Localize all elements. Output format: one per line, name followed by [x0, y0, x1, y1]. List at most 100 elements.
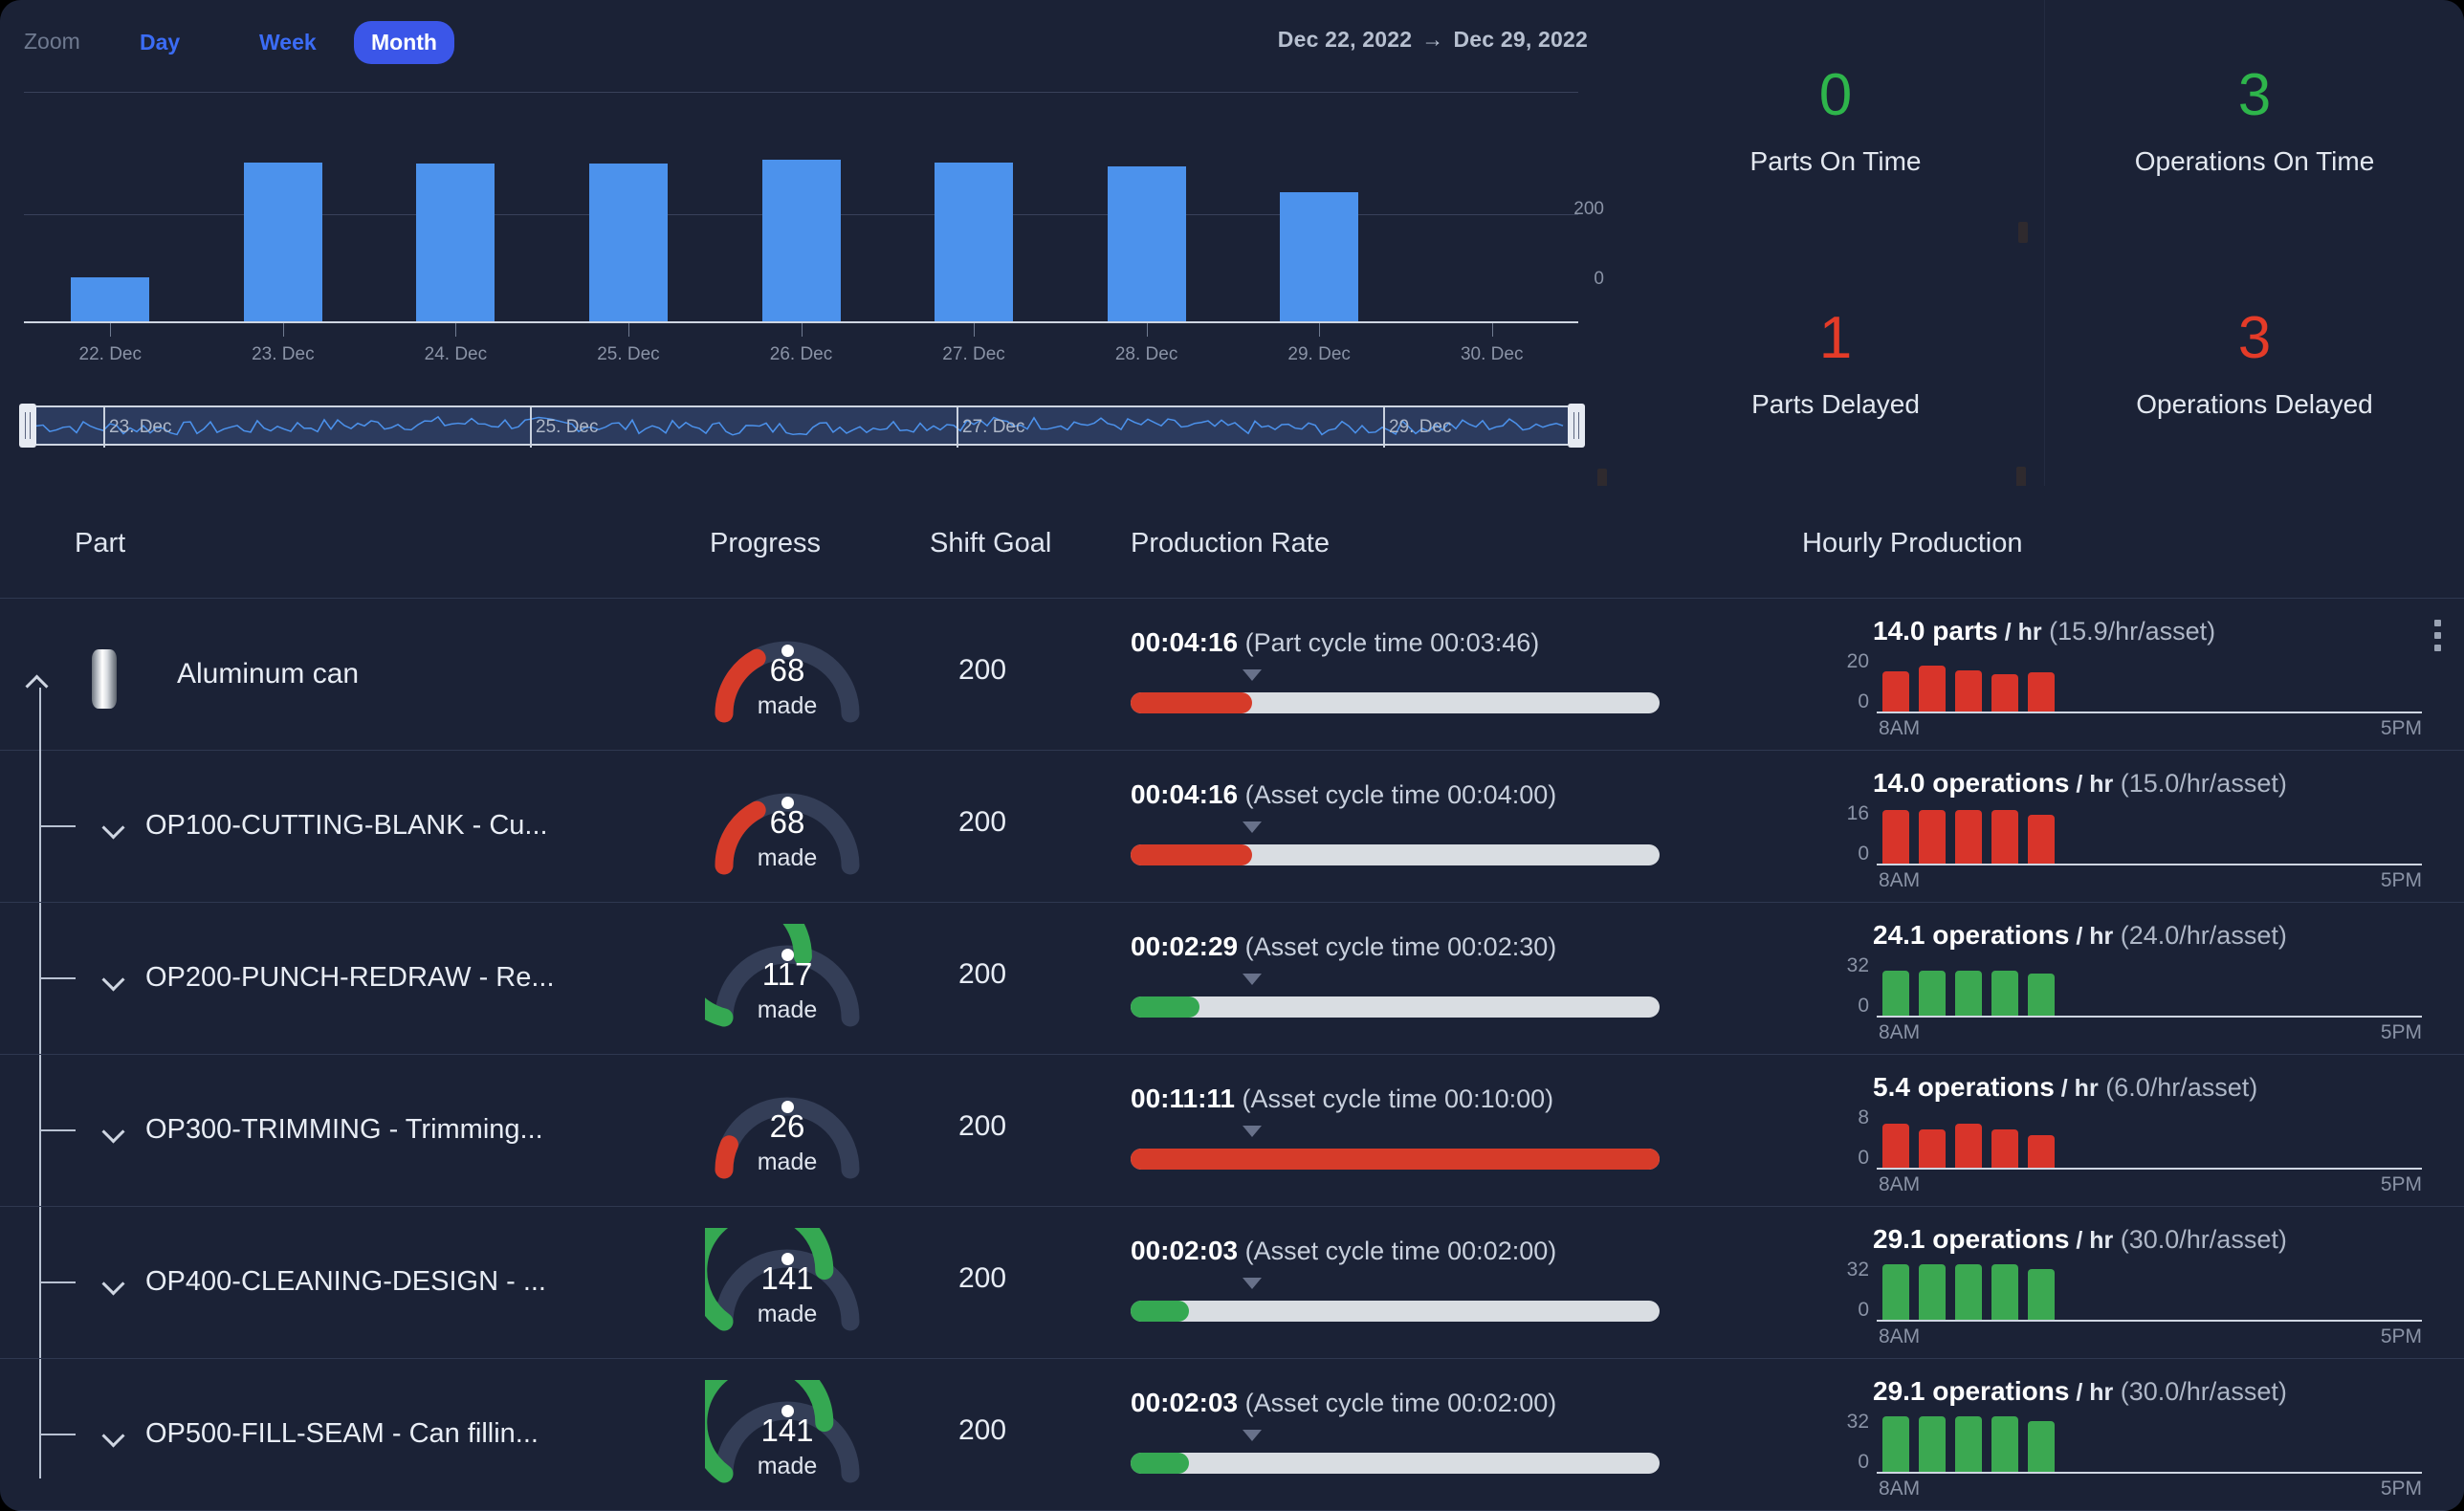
- production-rate-bar: [1131, 844, 1660, 865]
- production-rate-bar: [1131, 692, 1660, 713]
- hourly-production-title: 5.4 operations / hr (6.0/hr/asset): [1873, 1072, 2257, 1103]
- production-rate-text: 00:02:03 (Asset cycle time 00:02:00): [1131, 1236, 1705, 1266]
- chevron-up-icon[interactable]: [27, 673, 52, 687]
- table-row[interactable]: OP300-TRIMMING - Trimming... 26 made 200 00:…: [0, 1055, 2464, 1207]
- more-options-icon[interactable]: [2426, 618, 2451, 656]
- production-rate-bar-fill: [1131, 1453, 1189, 1474]
- gauge-unit: made: [757, 844, 818, 871]
- kpi-label: Operations Delayed: [2136, 389, 2373, 419]
- tree-column: [0, 903, 153, 1054]
- hourly-ytick-max: 32: [1846, 1411, 1869, 1433]
- column-header-part: Part: [75, 528, 126, 558]
- production-rate-text: 00:04:16 (Part cycle time 00:03:46): [1131, 627, 1705, 658]
- shift-goal-value: 200: [957, 1414, 1007, 1446]
- hourly-rate-per: / hr: [2054, 1075, 2099, 1102]
- chevron-down-icon[interactable]: [103, 1124, 128, 1137]
- tree-column: [0, 599, 153, 1478]
- hourly-rate-value: 5.4 operations: [1873, 1072, 2055, 1102]
- chart-xtick: [627, 323, 629, 337]
- navigator-handle-right[interactable]: [1568, 404, 1585, 448]
- chevron-down-icon[interactable]: [103, 1276, 128, 1289]
- zoom-button-week[interactable]: Week: [242, 21, 334, 64]
- chart-bar: [935, 163, 1014, 321]
- navigator-sparkline: [36, 415, 1564, 436]
- table-row[interactable]: OP400-CLEANING-DESIGN - ... 141 made 200 00:…: [0, 1207, 2464, 1359]
- hourly-bar: [1991, 1264, 2018, 1320]
- chart-bar: [761, 160, 841, 321]
- hourly-bar: [1882, 970, 1909, 1016]
- navigator-xlabel: 27. Dec: [962, 417, 1025, 437]
- hourly-bar: [1919, 1416, 1946, 1472]
- zoom-toolbar: Zoom Day Week Month Dec 22, 2022 → Dec 29,…: [0, 0, 1626, 88]
- navigator-xlabel: 25. Dec: [536, 417, 599, 437]
- production-rate-time: 00:04:16: [1131, 627, 1239, 657]
- kpi-value: 1: [1818, 305, 1853, 371]
- table-row[interactable]: OP100-CUTTING-BLANK - Cu... 68 made 200 00:0…: [0, 751, 2464, 903]
- kpi-operations-on-time: 3 Operations On Time: [2045, 0, 2464, 243]
- hourly-production-cell: 14.0 operations / hr (15.0/hr/asset) 16 0 8…: [1802, 768, 2433, 892]
- zoom-button-month[interactable]: Month: [354, 21, 454, 64]
- production-rate-target-marker: [1243, 1126, 1263, 1137]
- kpi-value: 3: [2237, 305, 2272, 371]
- chart-xtick-label: 26. Dec: [769, 344, 833, 364]
- hourly-ytick-min: 0: [1858, 1147, 1869, 1169]
- tree-column: [0, 1359, 153, 1510]
- production-rate-bar-fill: [1131, 1301, 1189, 1322]
- progress-gauge: 68 made: [705, 772, 869, 887]
- gauge-unit: made: [757, 1453, 818, 1479]
- production-rate-target-marker: [1243, 974, 1263, 985]
- chevron-down-icon[interactable]: [103, 820, 128, 833]
- production-rate-bar: [1131, 1149, 1660, 1170]
- hourly-bar: [1882, 1416, 1909, 1472]
- production-rate-bar: [1131, 1453, 1660, 1474]
- hourly-production-cell: 29.1 operations / hr (30.0/hr/asset) 32 0 8…: [1802, 1376, 2433, 1500]
- hourly-bar: [1955, 970, 1982, 1016]
- progress-gauge: 68 made: [705, 620, 869, 734]
- hourly-bar: [2028, 814, 2055, 864]
- hourly-production-cell: 29.1 operations / hr (30.0/hr/asset) 32 0 8…: [1802, 1224, 2433, 1348]
- table-row[interactable]: OP500-FILL-SEAM - Can fillin... 141 made 20…: [0, 1359, 2464, 1511]
- hourly-production-title: 29.1 operations / hr (30.0/hr/asset): [1873, 1376, 2287, 1407]
- tree-column: [0, 1207, 153, 1358]
- date-range[interactable]: Dec 22, 2022 → Dec 29, 2022: [1148, 27, 1588, 53]
- chart-xtick: [801, 323, 803, 337]
- table-row[interactable]: Aluminum can 68 made 200 00:04:16 (Part cycl…: [0, 599, 2464, 1478]
- hourly-ytick-min: 0: [1858, 843, 1869, 865]
- production-rate-cell: 00:02:03 (Asset cycle time 00:02:00): [1131, 1236, 1705, 1322]
- parts-table: Part Progress Shift Goal Production Rate…: [0, 486, 2464, 1511]
- hourly-bar: [1991, 1416, 2018, 1472]
- navigator-handle-left[interactable]: [19, 404, 36, 448]
- chart-navigator[interactable]: 23. Dec 25. Dec 27. Dec 29. Dec: [19, 404, 1585, 448]
- table-row[interactable]: OP200-PUNCH-REDRAW - Re... 117 made 200 00:0…: [0, 903, 2464, 1055]
- hourly-bar: [1919, 1264, 1946, 1320]
- kpi-parts-delayed: 1 Parts Delayed: [1626, 243, 2045, 486]
- production-rate-bar-fill: [1131, 996, 1199, 1018]
- part-name: Aluminum can: [177, 658, 360, 690]
- hourly-bar: [1991, 970, 2018, 1016]
- zoom-button-day[interactable]: Day: [122, 21, 197, 64]
- navigator-divider: [103, 407, 105, 448]
- hourly-rate-per-asset: (24.0/hr/asset): [2113, 921, 2287, 950]
- gauge-value: 68: [769, 804, 805, 840]
- navigator-divider: [530, 407, 532, 448]
- hourly-bar: [1991, 809, 2018, 864]
- kpi-value: 3: [2237, 62, 2272, 128]
- hourly-rate-per: / hr: [2069, 771, 2114, 798]
- hourly-production-cell: 14.0 parts / hr (15.9/hr/asset) 20 0 8AM 5PM: [1802, 616, 2441, 740]
- date-range-start: Dec 22, 2022: [1277, 27, 1413, 52]
- hourly-production-title: 24.1 operations / hr (24.0/hr/asset): [1873, 920, 2287, 951]
- hourly-production-title: 14.0 parts / hr (15.9/hr/asset): [1873, 616, 2215, 646]
- hourly-production-cell: 5.4 operations / hr (6.0/hr/asset) 8 0 8AM 5…: [1802, 1072, 2433, 1196]
- production-rate-text: 00:02:29 (Asset cycle time 00:02:30): [1131, 931, 1705, 962]
- shift-goal-value: 200: [957, 806, 1007, 838]
- chart-xtick: [1319, 323, 1321, 337]
- part-name: OP200-PUNCH-REDRAW - Re...: [145, 962, 555, 993]
- tree-column: [0, 1055, 153, 1206]
- hourly-rate-value: 29.1 operations: [1873, 1224, 2070, 1254]
- navigator-track[interactable]: 23. Dec 25. Dec 27. Dec 29. Dec: [36, 405, 1568, 448]
- chevron-down-icon[interactable]: [103, 1428, 128, 1441]
- hourly-xlabel-start: 8AM: [1879, 1173, 1921, 1195]
- column-header-production-rate: Production Rate: [1131, 528, 1330, 558]
- chevron-down-icon[interactable]: [103, 972, 128, 985]
- chart-bar: [243, 162, 322, 321]
